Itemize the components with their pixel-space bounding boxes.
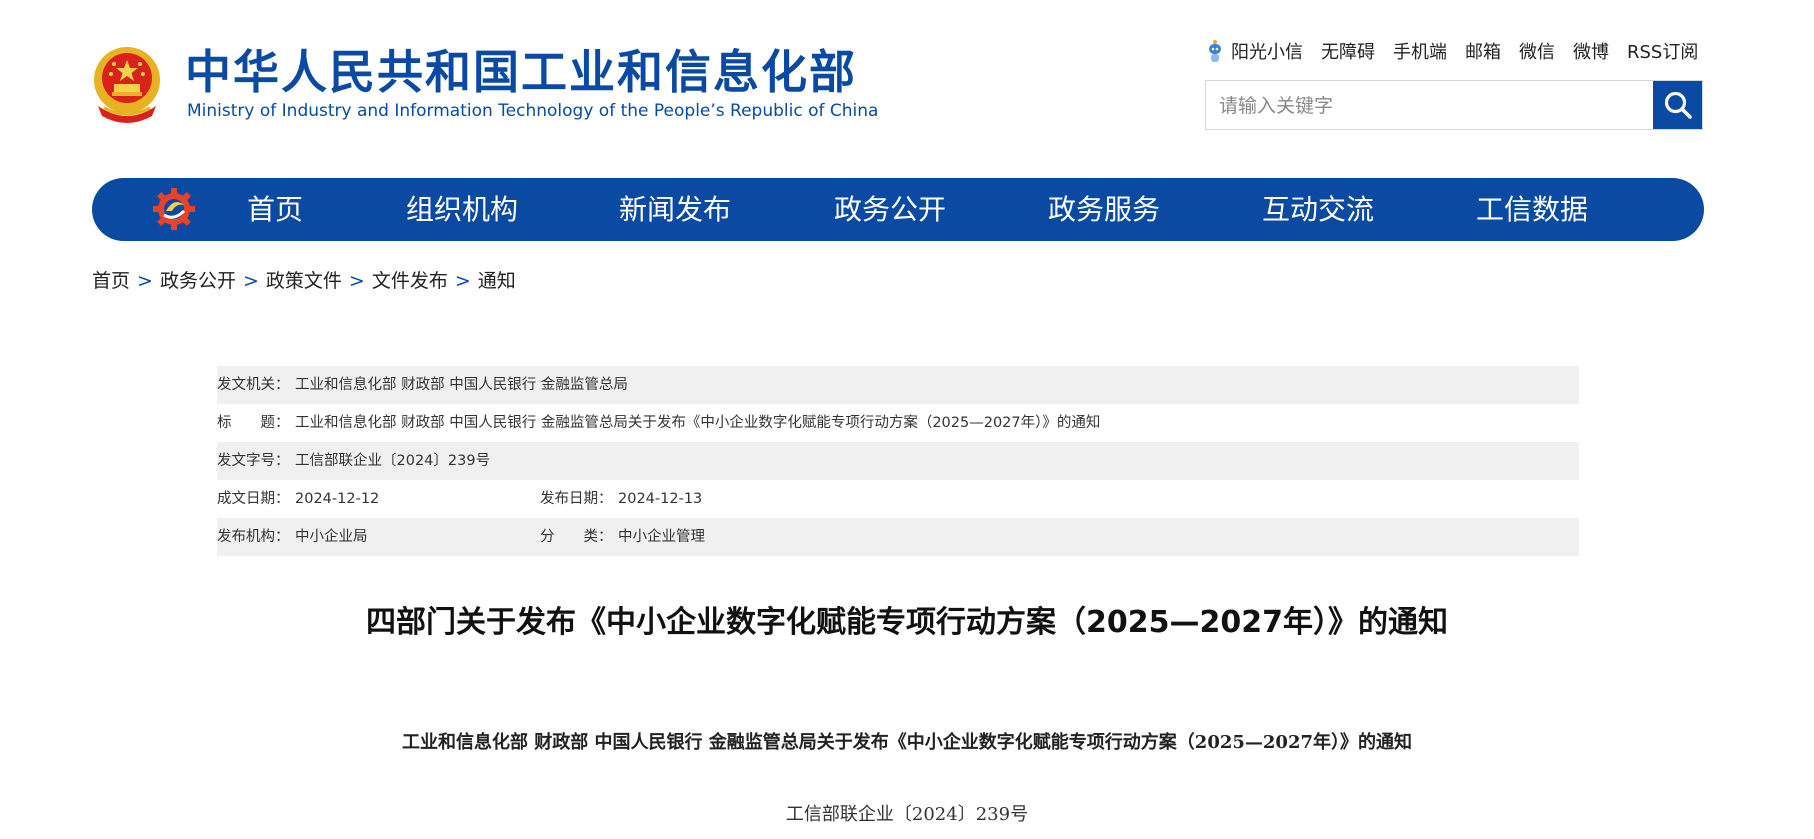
breadcrumb-notice[interactable]: 通知 — [478, 270, 516, 292]
search-icon — [1664, 91, 1692, 119]
national-emblem-icon — [94, 47, 160, 123]
main-nav: 首页 组织机构 新闻发布 政务公开 政务服务 互动交流 工信数据 — [92, 178, 1704, 241]
meta-published-value: 2024-12-13 — [618, 491, 703, 507]
breadcrumb-home[interactable]: 首页 — [92, 270, 130, 292]
top-link-rss[interactable]: RSS订阅 — [1627, 38, 1698, 64]
nav-home[interactable]: 首页 — [247, 178, 303, 241]
top-link-wechat[interactable]: 微信 — [1519, 38, 1555, 64]
top-link-mobile[interactable]: 手机端 — [1393, 38, 1447, 64]
breadcrumb: 首页 > 政务公开 > 政策文件 > 文件发布 > 通知 — [92, 266, 516, 293]
meta-published-label: 发布日期： — [540, 491, 613, 507]
meta-issuer-label: 发文机关： — [217, 377, 290, 393]
top-links: 阳光小信 无障碍 手机端 邮箱 微信 微博 RSS订阅 — [1205, 38, 1698, 64]
meta-row-title: 标 题： 工业和信息化部 财政部 中国人民银行 金融监管总局关于发布《中小企业数… — [217, 404, 1579, 442]
nav-government-affairs[interactable]: 政务公开 — [834, 178, 946, 241]
nav-government-services[interactable]: 政务服务 — [1048, 178, 1160, 241]
top-link-sunshine[interactable]: 阳光小信 — [1231, 38, 1303, 64]
meta-docno-label: 发文字号： — [217, 453, 290, 469]
meta-row-agency: 发布机构： 中小企业局 分 类： 中小企业管理 — [217, 518, 1579, 556]
search-input[interactable] — [1206, 81, 1661, 131]
article-title: 四部门关于发布《中小企业数字化赋能专项行动方案（2025—2027年）》的通知 — [366, 605, 1448, 640]
nav-data[interactable]: 工信数据 — [1476, 178, 1588, 241]
meta-category-label: 分 类： — [540, 529, 613, 545]
breadcrumb-policy-documents[interactable]: 政策文件 — [266, 270, 342, 292]
meta-category-value: 中小企业管理 — [618, 529, 705, 545]
meta-created-value: 2024-12-12 — [295, 491, 380, 507]
breadcrumb-file-release[interactable]: 文件发布 — [372, 270, 448, 292]
breadcrumb-separator: > — [137, 270, 153, 292]
site-logo-chinese[interactable]: 中华人民共和国工业和信息化部 — [185, 44, 857, 100]
meta-agency-value: 中小企业局 — [295, 529, 368, 545]
top-link-accessibility[interactable]: 无障碍 — [1321, 38, 1375, 64]
nav-news[interactable]: 新闻发布 — [619, 178, 731, 241]
top-link-mailbox[interactable]: 邮箱 — [1465, 38, 1501, 64]
meta-row-issuer: 发文机关： 工业和信息化部 财政部 中国人民银行 金融监管总局 — [217, 366, 1579, 404]
breadcrumb-government-affairs[interactable]: 政务公开 — [160, 270, 236, 292]
article-document-number: 工信部联企业〔2024〕239号 — [785, 804, 1029, 825]
top-link-weibo[interactable]: 微博 — [1573, 38, 1609, 64]
search-button[interactable] — [1653, 81, 1702, 129]
meta-agency-label: 发布机构： — [217, 529, 290, 545]
breadcrumb-separator: > — [348, 270, 365, 292]
nav-organization[interactable]: 组织机构 — [406, 178, 518, 241]
document-meta-table: 发文机关： 工业和信息化部 财政部 中国人民银行 金融监管总局 标 题： 工业和… — [217, 366, 1579, 556]
meta-row-dates: 成文日期： 2024-12-12 发布日期： 2024-12-13 — [217, 480, 1579, 518]
site-logo-english[interactable]: Ministry of Industry and Information Tec… — [187, 101, 878, 121]
meta-row-docno: 发文字号： 工信部联企业〔2024〕239号 — [217, 442, 1579, 480]
meta-title-label: 标 题： — [217, 415, 290, 431]
meta-docno-value: 工信部联企业〔2024〕239号 — [295, 453, 491, 469]
meta-issuer-value: 工业和信息化部 财政部 中国人民银行 金融监管总局 — [295, 377, 628, 393]
search-box — [1205, 80, 1703, 131]
breadcrumb-separator: > — [242, 270, 259, 292]
article-subtitle: 工业和信息化部 财政部 中国人民银行 金融监管总局关于发布《中小企业数字化赋能专… — [402, 732, 1412, 753]
meta-created-label: 成文日期： — [217, 491, 290, 507]
nav-interaction[interactable]: 互动交流 — [1262, 178, 1374, 241]
robot-assistant-icon[interactable] — [1205, 38, 1225, 64]
gear-logo-icon — [153, 188, 195, 230]
breadcrumb-separator: > — [454, 270, 471, 292]
meta-title-value: 工业和信息化部 财政部 中国人民银行 金融监管总局关于发布《中小企业数字化赋能专… — [295, 415, 1101, 431]
